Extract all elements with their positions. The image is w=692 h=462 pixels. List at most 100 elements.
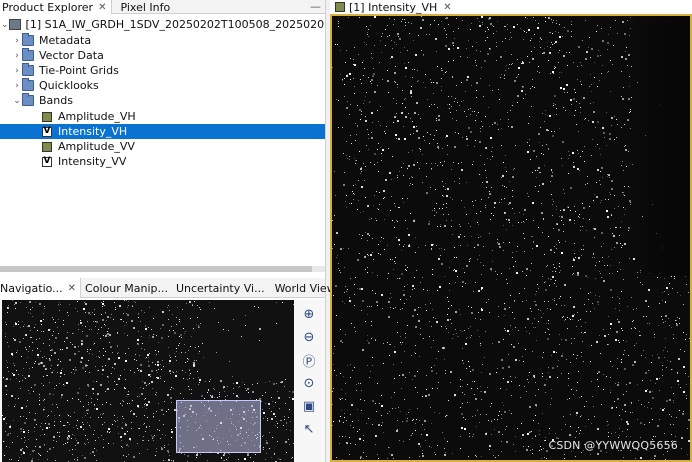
speckle-dot [597,121,600,123]
speckle-dot [469,261,470,263]
tab-uncertainty-visualisation[interactable]: Uncertainty Vi... [172,278,269,298]
speckle-dot [573,88,575,90]
tab-navigation[interactable]: Navigatio... ✕ [0,278,82,298]
speckle-dot [40,324,42,326]
band-item-amplitude-vh[interactable]: Amplitude_VH [0,109,325,124]
speckle-dot [584,160,586,162]
speckle-dot [665,400,668,403]
scrollbar-thumb[interactable] [0,266,312,272]
speckle-dot [342,247,344,249]
speckle-dot [511,54,512,56]
speckle-dot [612,233,614,235]
speckle-dot [523,30,525,32]
chevron-right-icon[interactable]: › [12,51,22,61]
band-item-intensity-vh[interactable]: Intensity_VH [0,124,325,139]
zoom-all-icon[interactable]: ⊙ [299,373,319,393]
speckle-dot [361,114,363,116]
zoom-in-icon[interactable]: ⊕ [299,304,319,324]
sync-views-icon[interactable]: ▣ [299,396,319,416]
speckle-dot [593,257,595,259]
speckle-dot [525,93,527,95]
speckle-dot [501,402,503,404]
speckle-dot [600,166,603,169]
speckle-dot [147,383,149,385]
speckle-dot [530,37,532,39]
speckle-dot [98,357,100,359]
close-icon[interactable]: ✕ [98,2,106,13]
speckle-dot [334,346,336,347]
speckle-dot [426,389,428,390]
tree-item-metadata[interactable]: › Metadata [0,33,325,48]
speckle-dot [608,435,609,437]
speckle-dot [354,444,356,445]
speckle-dot [413,419,415,421]
speckle-dot [367,128,369,130]
tab-product-explorer[interactable]: Product Explorer ✕ [0,0,113,14]
chevron-right-icon[interactable]: › [12,36,22,46]
speckle-dot [15,378,17,380]
speckle-dot [353,158,355,160]
speckle-dot [342,79,344,81]
sar-image-canvas[interactable]: CSDN @YYWWQQ5656 [330,14,692,462]
speckle-dot [569,426,571,427]
chevron-down-icon[interactable]: ⌄ [1,20,9,30]
chevron-down-icon[interactable]: ⌄ [12,96,22,106]
speckle-dot [656,424,659,427]
zoom-pixel-icon[interactable]: Ⓟ [299,350,319,370]
speckle-dot [527,195,529,197]
close-icon[interactable]: ✕ [443,2,451,13]
speckle-dot [677,291,679,293]
tree-item-label: Vector Data [39,49,104,62]
speckle-dot [351,403,354,406]
speckle-dot [648,323,650,325]
tree-item-quicklooks[interactable]: › Quicklooks [0,78,325,93]
speckle-dot [22,367,24,369]
tree-item-vector-data[interactable]: › Vector Data [0,48,325,63]
speckle-dot [630,97,632,99]
speckle-dot [40,319,43,322]
speckle-dot [190,389,192,391]
sync-cursor-icon[interactable]: ↖ [299,419,319,439]
speckle-dot [518,292,520,294]
speckle-dot [450,382,451,383]
chevron-right-icon[interactable]: › [12,66,22,76]
speckle-dot [375,219,377,221]
tree-item-bands[interactable]: ⌄ Bands [0,93,325,108]
speckle-dot [503,78,505,80]
speckle-dot [403,245,404,247]
speckle-dot [397,321,399,323]
speckle-dot [383,198,385,199]
close-icon[interactable]: ✕ [68,283,76,294]
speckle-dot [77,420,78,422]
speckle-dot [152,318,154,320]
speckle-dot [420,307,421,308]
band-item-amplitude-vv[interactable]: Amplitude_VV [0,139,325,154]
speckle-dot [552,72,554,74]
speckle-dot [474,199,476,201]
chevron-right-icon[interactable]: › [12,81,22,91]
speckle-dot [502,174,505,177]
speckle-dot [183,344,185,346]
speckle-dot [599,79,601,81]
zoom-out-icon[interactable]: ⊖ [299,327,319,347]
tab-image-view[interactable]: [1] Intensity_VH ✕ [330,0,457,14]
horizontal-scrollbar[interactable] [0,266,325,272]
speckle-dot [599,335,601,336]
speckle-dot [511,207,513,209]
tab-pixel-info[interactable]: Pixel Info [112,0,175,14]
speckle-dot [532,438,533,440]
tree-item-tie-point-grids[interactable]: › Tie-Point Grids [0,63,325,78]
speckle-dot [548,320,550,321]
speckle-dot [368,417,370,419]
navigation-overview-image[interactable] [2,300,294,462]
tab-colour-manipulation[interactable]: Colour Manip... [81,278,172,298]
band-item-intensity-vv[interactable]: Intensity_VV [0,154,325,169]
speckle-dot [170,389,172,390]
minimize-icon[interactable]: — [306,0,325,13]
speckle-dot [262,449,264,451]
visible-area-rectangle[interactable] [176,400,261,453]
speckle-dot [470,131,472,134]
speckle-dot [472,46,474,47]
speckle-dot [339,419,341,421]
tree-item-product[interactable]: ⌄ [1] S1A_IW_GRDH_1SDV_20250202T100508_2… [0,17,325,32]
